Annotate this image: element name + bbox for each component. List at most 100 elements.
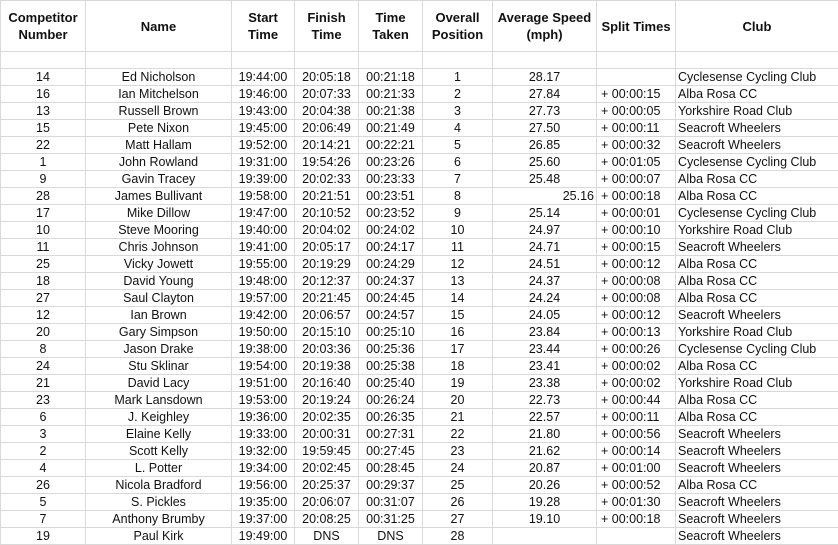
cell-finish-time[interactable]: 20:25:37 — [294, 476, 359, 494]
cell-finish-time[interactable]: 20:19:24 — [294, 391, 359, 409]
cell[interactable] — [422, 51, 493, 69]
cell-competitor-number[interactable]: 1 — [0, 153, 86, 171]
cell-time-taken[interactable]: 00:21:38 — [358, 102, 423, 120]
cell-average-speed[interactable]: 23.41 — [492, 357, 597, 375]
cell-club[interactable]: Alba Rosa CC — [675, 187, 838, 205]
cell-average-speed[interactable]: 24.05 — [492, 306, 597, 324]
cell-name[interactable]: Paul Kirk — [85, 527, 232, 545]
cell-club[interactable]: Yorkshire Road Club — [675, 102, 838, 120]
cell-name[interactable]: Matt Hallam — [85, 136, 232, 154]
cell-finish-time[interactable]: 20:16:40 — [294, 374, 359, 392]
cell-club[interactable]: Seacroft Wheelers — [675, 459, 838, 477]
cell-time-taken[interactable]: 00:23:26 — [358, 153, 423, 171]
cell-name[interactable]: Mike Dillow — [85, 204, 232, 222]
cell-club[interactable]: Alba Rosa CC — [675, 408, 838, 426]
cell-average-speed[interactable] — [492, 527, 597, 545]
cell-finish-time[interactable]: DNS — [294, 527, 359, 545]
cell-time-taken[interactable]: 00:25:36 — [358, 340, 423, 358]
header-club[interactable]: Club — [675, 0, 838, 52]
header-split-times[interactable]: Split Times — [596, 0, 676, 52]
cell-overall-position[interactable]: 5 — [422, 136, 493, 154]
cell-competitor-number[interactable]: 7 — [0, 510, 86, 528]
cell-finish-time[interactable]: 20:06:07 — [294, 493, 359, 511]
cell-time-taken[interactable]: 00:24:02 — [358, 221, 423, 239]
cell-average-speed[interactable]: 19.10 — [492, 510, 597, 528]
cell-average-speed[interactable]: 23.38 — [492, 374, 597, 392]
cell-name[interactable]: Scott Kelly — [85, 442, 232, 460]
cell-club[interactable]: Alba Rosa CC — [675, 170, 838, 188]
cell-name[interactable]: Gavin Tracey — [85, 170, 232, 188]
cell-name[interactable]: Nicola Bradford — [85, 476, 232, 494]
cell-competitor-number[interactable]: 19 — [0, 527, 86, 545]
cell-average-speed[interactable]: 27.84 — [492, 85, 597, 103]
cell-split-time[interactable]: + 00:00:02 — [596, 357, 676, 375]
cell-club[interactable]: Seacroft Wheelers — [675, 527, 838, 545]
cell-start-time[interactable]: 19:35:00 — [231, 493, 295, 511]
cell-competitor-number[interactable]: 2 — [0, 442, 86, 460]
cell-average-speed[interactable]: 24.71 — [492, 238, 597, 256]
cell-name[interactable]: Mark Lansdown — [85, 391, 232, 409]
cell-average-speed[interactable]: 24.51 — [492, 255, 597, 273]
cell[interactable] — [0, 51, 86, 69]
cell-start-time[interactable]: 19:39:00 — [231, 170, 295, 188]
cell[interactable] — [492, 51, 597, 69]
cell-competitor-number[interactable]: 26 — [0, 476, 86, 494]
cell-average-speed[interactable]: 20.87 — [492, 459, 597, 477]
cell-name[interactable]: L. Potter — [85, 459, 232, 477]
cell-split-time[interactable]: + 00:01:00 — [596, 459, 676, 477]
cell-time-taken[interactable]: 00:22:21 — [358, 136, 423, 154]
cell-overall-position[interactable]: 7 — [422, 170, 493, 188]
cell-time-taken[interactable]: 00:25:40 — [358, 374, 423, 392]
cell[interactable] — [85, 51, 232, 69]
cell-time-taken[interactable]: 00:25:10 — [358, 323, 423, 341]
cell-start-time[interactable]: 19:48:00 — [231, 272, 295, 290]
cell-name[interactable]: David Young — [85, 272, 232, 290]
cell-overall-position[interactable]: 17 — [422, 340, 493, 358]
header-finish-time[interactable]: Finish Time — [294, 0, 359, 52]
cell-club[interactable]: Alba Rosa CC — [675, 476, 838, 494]
cell-time-taken[interactable]: 00:23:33 — [358, 170, 423, 188]
cell-time-taken[interactable]: 00:25:38 — [358, 357, 423, 375]
cell-club[interactable]: Seacroft Wheelers — [675, 119, 838, 137]
cell-overall-position[interactable]: 18 — [422, 357, 493, 375]
cell-time-taken[interactable]: 00:21:49 — [358, 119, 423, 137]
cell-name[interactable]: Ed Nicholson — [85, 68, 232, 86]
cell-competitor-number[interactable]: 8 — [0, 340, 86, 358]
cell-name[interactable]: Russell Brown — [85, 102, 232, 120]
cell-start-time[interactable]: 19:45:00 — [231, 119, 295, 137]
cell-start-time[interactable]: 19:40:00 — [231, 221, 295, 239]
cell-average-speed[interactable]: 27.73 — [492, 102, 597, 120]
cell-club[interactable]: Yorkshire Road Club — [675, 323, 838, 341]
cell-finish-time[interactable]: 20:06:49 — [294, 119, 359, 137]
cell-average-speed[interactable]: 22.73 — [492, 391, 597, 409]
cell-name[interactable]: J. Keighley — [85, 408, 232, 426]
cell-overall-position[interactable]: 23 — [422, 442, 493, 460]
cell-competitor-number[interactable]: 3 — [0, 425, 86, 443]
cell-name[interactable]: John Rowland — [85, 153, 232, 171]
cell-start-time[interactable]: 19:51:00 — [231, 374, 295, 392]
cell-finish-time[interactable]: 20:06:57 — [294, 306, 359, 324]
cell-average-speed[interactable]: 25.60 — [492, 153, 597, 171]
cell-split-time[interactable]: + 00:01:30 — [596, 493, 676, 511]
cell-competitor-number[interactable]: 11 — [0, 238, 86, 256]
cell-overall-position[interactable]: 19 — [422, 374, 493, 392]
cell-name[interactable]: Chris Johnson — [85, 238, 232, 256]
cell[interactable] — [294, 51, 359, 69]
cell-split-time[interactable]: + 00:00:32 — [596, 136, 676, 154]
cell-average-speed[interactable]: 25.48 — [492, 170, 597, 188]
cell-overall-position[interactable]: 2 — [422, 85, 493, 103]
header-start-time[interactable]: Start Time — [231, 0, 295, 52]
cell-split-time[interactable]: + 00:00:08 — [596, 272, 676, 290]
cell-overall-position[interactable]: 22 — [422, 425, 493, 443]
cell-overall-position[interactable]: 6 — [422, 153, 493, 171]
cell-club[interactable]: Seacroft Wheelers — [675, 510, 838, 528]
cell-time-taken[interactable]: 00:29:37 — [358, 476, 423, 494]
cell-start-time[interactable]: 19:54:00 — [231, 357, 295, 375]
cell-split-time[interactable]: + 00:00:52 — [596, 476, 676, 494]
cell-average-speed[interactable]: 24.97 — [492, 221, 597, 239]
cell-competitor-number[interactable]: 14 — [0, 68, 86, 86]
cell-name[interactable]: Ian Mitchelson — [85, 85, 232, 103]
cell-club[interactable]: Yorkshire Road Club — [675, 374, 838, 392]
cell-time-taken[interactable]: DNS — [358, 527, 423, 545]
cell-average-speed[interactable]: 19.28 — [492, 493, 597, 511]
